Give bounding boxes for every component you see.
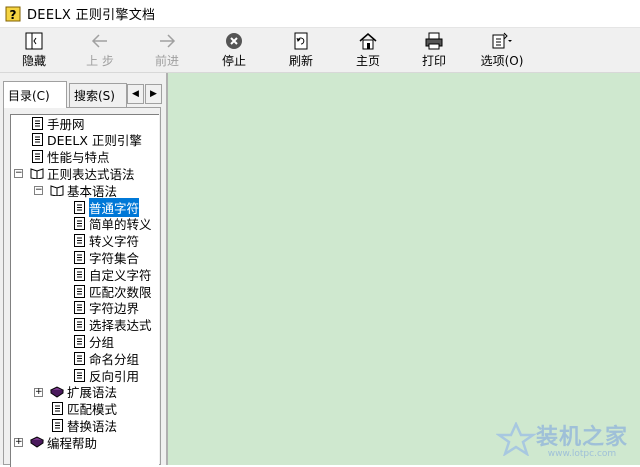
window-title: DEELX 正则引擎文档 <box>27 8 156 23</box>
tab-search[interactable]: 搜索(S) <box>69 83 127 107</box>
tree-item[interactable]: 简单的转义 <box>72 216 152 232</box>
watermark: 装机之家 www.lotpc.com <box>495 419 628 459</box>
arrow-left-icon: ◀ <box>132 89 139 99</box>
page-icon <box>30 150 44 164</box>
tree-item[interactable]: 编程帮助 <box>30 434 98 451</box>
content-area: 装机之家 www.lotpc.com <box>166 73 640 465</box>
options-icon <box>491 31 513 51</box>
help-file-icon: ? <box>5 6 21 22</box>
tab-scroll-right-button[interactable]: ▶ <box>145 84 162 104</box>
page-icon <box>72 234 86 248</box>
closed-book-icon <box>30 435 44 449</box>
tree-item[interactable]: 字符集合 <box>72 249 139 266</box>
tree-item[interactable]: 选择表达式 <box>72 317 152 333</box>
tree-item[interactable]: 替换语法 <box>50 417 117 434</box>
stop-icon <box>223 31 245 51</box>
title-bar: ? DEELX 正则引擎文档 <box>0 0 640 28</box>
navigation-pane: 目录(C) 搜索(S) ◀ ▶ 手册网 DEELX 正则引擎 性能与特点 − 正则表达式… <box>0 73 166 467</box>
tree-item[interactable]: 命名分组 <box>72 350 139 367</box>
arrow-right-icon: ▶ <box>150 89 157 99</box>
print-button[interactable]: 打印 <box>416 28 452 72</box>
tree-item[interactable]: 基本语法 <box>50 182 117 199</box>
tab-strip: 目录(C) 搜索(S) ◀ ▶ <box>3 81 163 108</box>
hide-pane-icon <box>23 31 45 51</box>
expander-minus-icon[interactable]: − <box>34 186 43 196</box>
tree-item[interactable]: 正则表达式语法 <box>30 165 135 182</box>
page-icon <box>72 368 86 382</box>
contents-tree[interactable]: 手册网 DEELX 正则引擎 性能与特点 − 正则表达式语法 − 基本语法 普通字符 简单的转义… <box>10 114 159 467</box>
tree-item[interactable]: 普通字符 <box>72 196 141 218</box>
forward-arrow-icon <box>156 31 178 51</box>
toolbar: 隐藏 上 步 前进 停止 刷新 主页 打印 选项(O) <box>0 28 640 73</box>
options-button[interactable]: 选项(O) <box>474 28 530 72</box>
page-icon <box>72 351 86 365</box>
refresh-button[interactable]: 刷新 <box>283 28 319 72</box>
page-icon <box>72 250 86 264</box>
home-button[interactable]: 主页 <box>350 28 386 72</box>
page-icon <box>72 318 86 332</box>
home-icon <box>357 31 379 51</box>
open-book-icon <box>50 183 64 197</box>
tree-item[interactable]: 反向引用 <box>72 367 139 384</box>
tree-item[interactable]: 转义字符 <box>72 233 139 249</box>
tree-item[interactable]: 匹配模式 <box>50 401 117 417</box>
open-book-icon <box>30 166 44 180</box>
printer-icon <box>423 31 445 51</box>
tree-item[interactable]: 手册网 <box>30 115 85 132</box>
tab-scroll-left-button[interactable]: ◀ <box>127 84 144 104</box>
expander-plus-icon[interactable]: + <box>34 387 43 397</box>
watermark-url: www.lotpc.com <box>547 449 617 459</box>
hide-button[interactable]: 隐藏 <box>16 28 52 72</box>
tree-item[interactable]: DEELX 正则引擎 <box>30 132 142 148</box>
stop-button[interactable]: 停止 <box>216 28 252 72</box>
page-icon <box>72 301 86 315</box>
tree-item[interactable]: 性能与特点 <box>30 149 110 165</box>
forward-button[interactable]: 前进 <box>148 28 186 72</box>
tree-item[interactable]: 字符边界 <box>72 300 139 316</box>
star-logo-icon <box>495 422 536 456</box>
expander-minus-icon[interactable]: − <box>14 169 23 179</box>
tree-item-label: 编程帮助 <box>47 435 98 451</box>
page-icon <box>30 133 44 147</box>
page-icon <box>72 267 86 281</box>
page-icon <box>50 418 64 432</box>
tree-item[interactable]: 匹配次数限 <box>72 283 152 300</box>
page-icon <box>72 334 86 348</box>
tree-item[interactable]: 扩展语法 <box>50 384 117 400</box>
page-icon <box>72 284 86 298</box>
tree-item[interactable]: 自定义字符 <box>72 266 152 283</box>
page-icon <box>72 217 86 231</box>
page-icon <box>30 116 44 130</box>
expander-plus-icon[interactable]: + <box>14 438 23 448</box>
refresh-icon <box>290 31 312 51</box>
contents-panel: 手册网 DEELX 正则引擎 性能与特点 − 正则表达式语法 − 基本语法 普通字符 简单的转义… <box>3 107 161 467</box>
back-arrow-icon <box>89 31 111 51</box>
svg-text:?: ? <box>10 8 17 22</box>
watermark-text: 装机之家 <box>535 425 628 450</box>
page-icon <box>72 200 86 214</box>
back-button[interactable]: 上 步 <box>80 28 120 72</box>
tab-contents[interactable]: 目录(C) <box>3 81 67 108</box>
tree-item[interactable]: 分组 <box>72 333 114 350</box>
page-icon <box>50 402 64 416</box>
closed-book-icon <box>50 385 64 399</box>
